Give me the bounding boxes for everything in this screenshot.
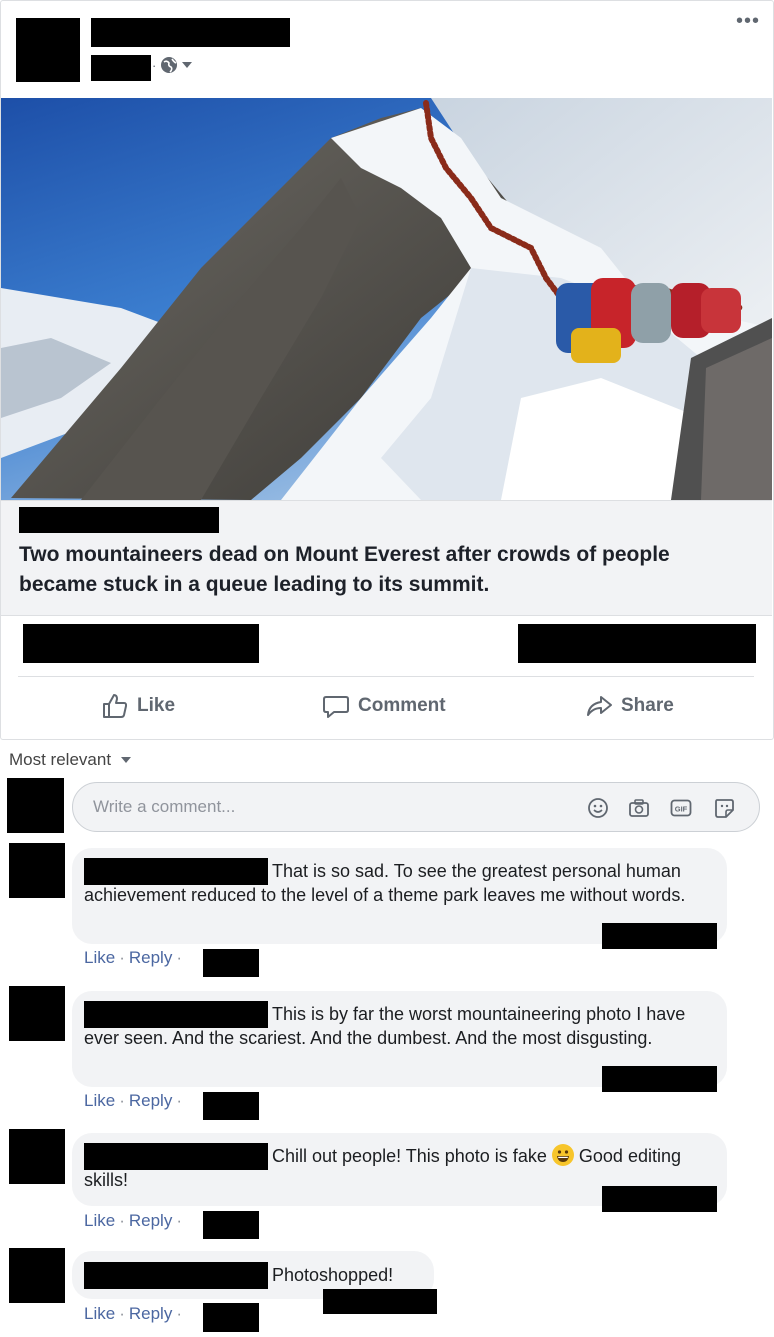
- sticker-icon[interactable]: [713, 797, 735, 819]
- dot-separator: ·: [152, 57, 157, 73]
- comment-text-line-end: Good: [578, 1146, 623, 1166]
- like-button[interactable]: Like: [101, 692, 175, 720]
- reaction-count[interactable]: [323, 1289, 437, 1314]
- grinning-emoji-icon: [551, 1144, 574, 1166]
- comment-actions: Like · Reply ·: [84, 1091, 182, 1111]
- privacy-selector[interactable]: ·: [152, 56, 193, 74]
- camera-icon[interactable]: [628, 797, 650, 819]
- comment-text: Chill out people! This photo is fake Goo…: [84, 1144, 714, 1192]
- comment-timestamp[interactable]: [203, 1092, 259, 1120]
- comment-text-line: This is by far the worst mountaineering …: [272, 1004, 632, 1024]
- share-arrow-icon: [587, 696, 612, 716]
- comment-text-line: That is so sad. To see the greatest pers…: [272, 861, 621, 881]
- gif-label: GIF: [675, 805, 688, 814]
- separator: ·: [119, 1211, 125, 1230]
- separator: ·: [119, 1304, 125, 1323]
- separator: ·: [176, 1211, 182, 1230]
- post-caption: Two mountaineers dead on Mount Everest a…: [19, 543, 670, 596]
- author-avatar[interactable]: [16, 18, 80, 82]
- separator: ·: [119, 1091, 125, 1110]
- comment-text: Photoshopped!: [84, 1263, 424, 1287]
- link-source: [19, 507, 219, 533]
- comment-actions: Like · Reply ·: [84, 948, 182, 968]
- chevron-down-icon: [121, 757, 132, 763]
- comment-label: Comment: [358, 695, 446, 716]
- reactions-summary[interactable]: [23, 624, 259, 663]
- comment-bubble-icon: [323, 696, 349, 718]
- reaction-count[interactable]: [602, 923, 717, 949]
- commenter-avatar[interactable]: [9, 986, 65, 1041]
- comment-input[interactable]: [93, 795, 573, 819]
- globe-icon: [161, 57, 178, 73]
- comment-like-link[interactable]: Like: [84, 1091, 115, 1111]
- gif-icon[interactable]: GIF: [670, 797, 692, 819]
- comment-text: That is so sad. To see the greatest pers…: [84, 859, 714, 907]
- current-user-avatar[interactable]: [7, 778, 64, 833]
- share-button[interactable]: Share: [585, 692, 674, 720]
- comment-text-line: Photoshopped!: [272, 1265, 394, 1285]
- comment-actions: Like · Reply ·: [84, 1304, 182, 1324]
- separator: ·: [176, 948, 182, 967]
- separator: ·: [176, 1091, 182, 1110]
- comment-sort-dropdown[interactable]: Most relevant: [9, 750, 132, 770]
- more-options-button[interactable]: •••: [736, 11, 760, 31]
- comment-reply-link[interactable]: Reply: [129, 1211, 172, 1231]
- commenter-avatar[interactable]: [9, 843, 65, 898]
- post-photo[interactable]: [1, 98, 772, 500]
- thumbs-up-icon: [103, 694, 128, 718]
- comment-timestamp[interactable]: [203, 1211, 259, 1239]
- like-label: Like: [137, 695, 176, 716]
- comment-reply-link[interactable]: Reply: [129, 1304, 172, 1324]
- share-label: Share: [621, 695, 674, 716]
- commenter-avatar[interactable]: [9, 1248, 65, 1303]
- comment-timestamp[interactable]: [203, 1303, 259, 1332]
- sort-label: Most relevant: [9, 750, 112, 769]
- commenter-avatar[interactable]: [9, 1129, 65, 1184]
- separator: ·: [119, 948, 125, 967]
- comment-like-link[interactable]: Like: [84, 1211, 115, 1231]
- reaction-count[interactable]: [602, 1066, 717, 1092]
- comments-share-count[interactable]: [518, 624, 756, 663]
- comment-reply-link[interactable]: Reply: [129, 948, 172, 968]
- mountain-photo-image: [1, 98, 772, 500]
- author-name[interactable]: [91, 18, 290, 47]
- emoji-icon[interactable]: [587, 797, 609, 819]
- comment-like-link[interactable]: Like: [84, 948, 115, 968]
- comment-reply-link[interactable]: Reply: [129, 1091, 172, 1111]
- comment-button[interactable]: Comment: [322, 692, 446, 720]
- comment-input-box[interactable]: GIF: [72, 782, 760, 832]
- divider: [18, 676, 754, 677]
- separator: ·: [176, 1304, 182, 1323]
- post-timestamp[interactable]: [91, 55, 151, 81]
- comment-timestamp[interactable]: [203, 949, 259, 977]
- comment-actions: Like · Reply ·: [84, 1211, 182, 1231]
- chevron-down-icon: [182, 62, 193, 68]
- comment-like-link[interactable]: Like: [84, 1304, 115, 1324]
- comment-text-line: Chill out people! This photo is fake: [272, 1146, 547, 1166]
- reaction-count[interactable]: [602, 1186, 717, 1212]
- comment-text: This is by far the worst mountaineering …: [84, 1002, 714, 1050]
